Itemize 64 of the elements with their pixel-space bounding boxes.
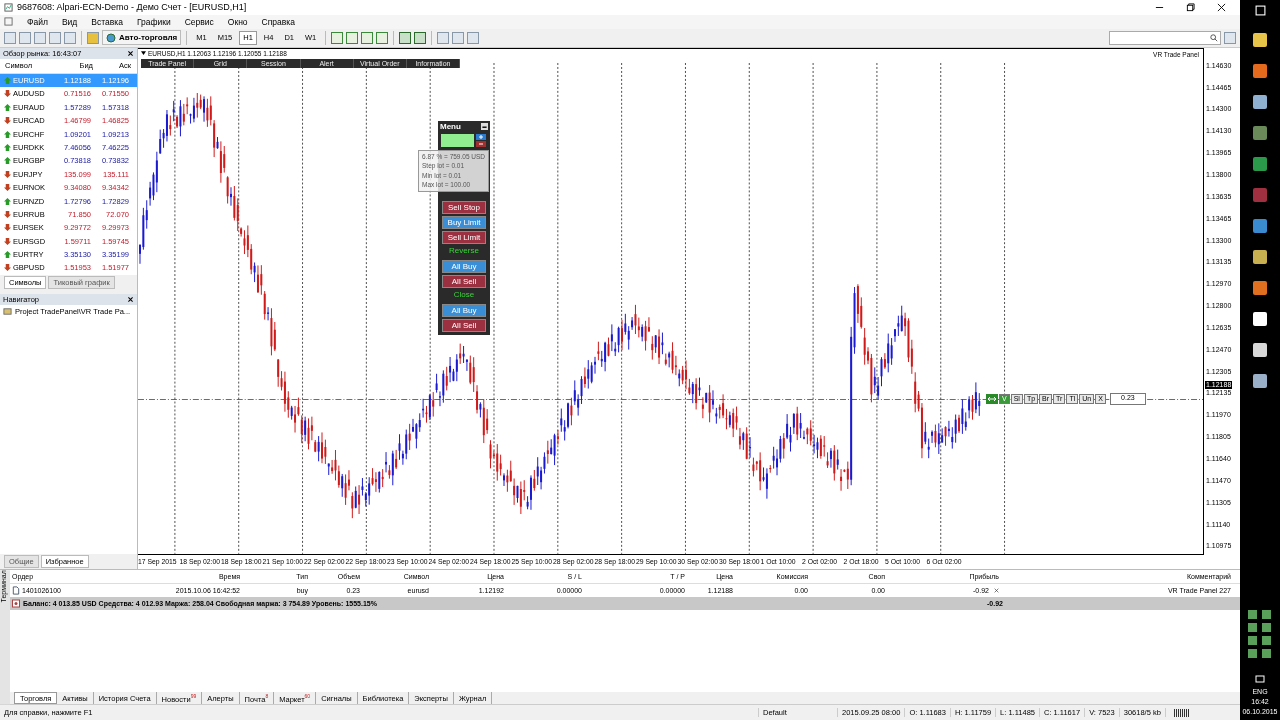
globe-icon [106, 32, 116, 43]
app-icon [4, 2, 13, 12]
search-icon [1210, 33, 1218, 42]
lot-field[interactable] [441, 133, 474, 147]
toolbar-icon[interactable] [34, 31, 46, 44]
minimize-icon[interactable] [481, 122, 488, 130]
taskbar-app-icon[interactable] [1253, 374, 1267, 388]
taskbar-app-icon[interactable] [1253, 188, 1267, 202]
menu-item[interactable]: Вид [61, 16, 78, 27]
plus-icon[interactable] [475, 133, 487, 140]
toolbar-icon[interactable] [376, 31, 389, 44]
taskbar-app-icon[interactable] [1253, 250, 1267, 264]
menu-item[interactable]: Графики [136, 16, 171, 27]
taskbar-app-icon[interactable] [1253, 312, 1267, 326]
taskbar-app-icon[interactable] [1253, 33, 1267, 47]
toolbar-icon[interactable] [331, 31, 344, 44]
toolbar-icon[interactable] [49, 31, 61, 44]
minus-icon[interactable] [475, 140, 487, 147]
menu-item[interactable]: Вставка [91, 16, 123, 27]
menu-item[interactable]: Справка [261, 16, 295, 27]
taskbar-app-icon[interactable] [1253, 157, 1267, 171]
taskbar-app-icon[interactable] [1253, 95, 1267, 109]
document-icon[interactable] [4, 17, 13, 27]
taskbar-app-icon[interactable] [1253, 219, 1267, 233]
restore-icon[interactable] [1186, 2, 1195, 12]
toolbar-icon[interactable] [437, 31, 450, 44]
toolbar-icon[interactable] [399, 31, 412, 44]
taskbar-app-icon[interactable] [1253, 64, 1267, 78]
message-icon[interactable] [1255, 675, 1265, 685]
toolbar-icon[interactable] [87, 31, 99, 44]
close-icon[interactable] [127, 49, 134, 57]
toolbar-icon[interactable] [361, 31, 374, 44]
menu-item[interactable]: Файл [27, 16, 48, 27]
expand-icon[interactable] [12, 598, 20, 608]
taskbar-app-icon[interactable] [1253, 343, 1267, 357]
taskbar-app-icon[interactable] [1253, 281, 1267, 295]
trade-button[interactable]: Sell Limit [442, 230, 486, 244]
notification-icon[interactable] [1254, 5, 1266, 16]
section-label: Reverse [449, 245, 479, 257]
menu-item[interactable]: Сервис [184, 16, 214, 27]
connection-icon [1171, 708, 1192, 717]
trade-button[interactable]: Sell Stop [442, 200, 486, 214]
toolbar-icon[interactable] [414, 31, 427, 44]
toolbar-icon[interactable] [452, 31, 465, 44]
toolbar-icon[interactable] [64, 31, 76, 44]
menu-item[interactable]: Окно [227, 16, 248, 27]
autotrading-button[interactable]: Авто-торговля [102, 30, 182, 46]
script-icon [3, 306, 12, 316]
trade-button[interactable]: All Sell [442, 274, 486, 288]
arrows-icon[interactable] [986, 393, 998, 404]
search-field[interactable] [1109, 30, 1221, 45]
caret-icon[interactable] [141, 51, 146, 56]
taskbar-app-icon[interactable] [1253, 126, 1267, 140]
toolbar-icon[interactable] [467, 31, 480, 44]
toolbar-icon[interactable] [346, 31, 359, 44]
toolbar-icon[interactable] [4, 31, 16, 44]
toolbar-icon[interactable] [19, 31, 31, 44]
trade-button[interactable]: All Sell [442, 318, 486, 332]
window-title: 9687608: Alpari-ECN-Demo - Демо Счет - [EURUSD,H1] [17, 2, 247, 13]
toolbar-icon[interactable] [1224, 31, 1236, 44]
menu-title: Menu [440, 121, 461, 131]
close-icon[interactable] [1217, 2, 1226, 12]
section-label: Close [453, 289, 475, 301]
close-icon[interactable] [127, 295, 134, 303]
